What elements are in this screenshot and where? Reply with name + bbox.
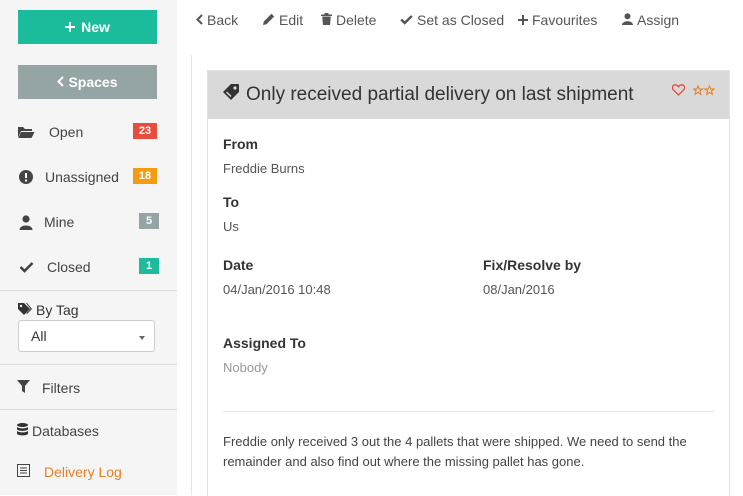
list-icon	[17, 464, 30, 480]
nav-item-label: Open	[49, 124, 84, 140]
tag-icon	[222, 83, 240, 107]
filters-link[interactable]: Filters	[17, 380, 80, 396]
pencil-icon	[263, 12, 275, 28]
user-icon	[17, 213, 35, 231]
nav-item-label: Mine	[44, 214, 75, 230]
set-closed-label: Set as Closed	[417, 12, 505, 28]
spaces-button[interactable]: Spaces	[18, 65, 157, 99]
trash-icon	[321, 12, 332, 28]
delivery-log-label: Delivery Log	[44, 464, 122, 480]
new-button-label: New	[81, 19, 110, 35]
ticket-header: Only received partial delivery on last s…	[208, 71, 729, 119]
exclamation-circle-icon	[17, 168, 35, 186]
from-value: Freddie Burns	[223, 161, 305, 176]
divider	[0, 409, 177, 410]
open-count-badge: 23	[133, 123, 157, 139]
tag-select-value: All	[31, 328, 47, 344]
heart-icon[interactable]	[671, 83, 686, 101]
resolve-by-value: 08/Jan/2016	[483, 282, 555, 297]
plus-icon	[65, 19, 76, 35]
nav-item-label: Unassigned	[45, 169, 119, 185]
edit-button[interactable]: Edit	[263, 12, 303, 28]
nav-item-label: Closed	[47, 259, 91, 275]
divider	[0, 290, 177, 291]
ticket-title-text: Only received partial delivery on last s…	[246, 84, 634, 105]
folder-open-icon	[17, 123, 35, 141]
filters-label: Filters	[42, 380, 81, 396]
by-tag-text: By Tag	[36, 302, 79, 318]
rating-stars-icon[interactable]	[691, 83, 716, 101]
delivery-log-link[interactable]: Delivery Log	[17, 464, 122, 480]
ticket-description: Freddie only received 3 out the 4 pallet…	[223, 434, 687, 469]
edit-label: Edit	[279, 12, 304, 28]
header-actions	[671, 83, 716, 101]
assign-label: Assign	[637, 12, 680, 28]
divider	[223, 411, 714, 412]
assigned-to-value: Nobody	[223, 360, 268, 375]
assigned-to-label: Assigned To	[223, 335, 306, 351]
new-button[interactable]: New	[18, 10, 157, 44]
divider	[0, 364, 177, 365]
plus-icon	[518, 12, 528, 28]
check-icon	[17, 258, 35, 276]
favourites-button[interactable]: Favourites	[518, 12, 597, 28]
sidebar: New Spaces Open Unassigned Mine Closed B…	[0, 0, 177, 495]
date-value: 04/Jan/2016 10:48	[223, 282, 331, 297]
by-tag-label: By Tag	[18, 302, 79, 318]
favourites-label: Favourites	[532, 12, 598, 28]
chevron-left-icon	[196, 12, 203, 28]
date-label: Date	[223, 257, 254, 273]
to-label: To	[223, 194, 240, 210]
toolbar: Back Edit Delete Set as Closed Favourite…	[177, 0, 743, 42]
mine-count-badge: 5	[139, 213, 159, 229]
caret-down-icon	[139, 336, 145, 340]
closed-count-badge: 1	[139, 258, 159, 274]
set-closed-button[interactable]: Set as Closed	[400, 12, 504, 28]
assign-button[interactable]: Assign	[622, 12, 679, 28]
tags-icon	[18, 302, 32, 318]
to-value: Us	[223, 219, 239, 234]
filter-icon	[17, 380, 30, 396]
spaces-button-label: Spaces	[68, 74, 118, 90]
ticket-card: Only received partial delivery on last s…	[207, 70, 730, 496]
tag-select[interactable]: All	[18, 320, 155, 352]
resolve-by-label: Fix/Resolve by	[483, 257, 582, 273]
ticket-title: Only received partial delivery on last s…	[222, 83, 634, 107]
database-icon	[17, 423, 28, 439]
unassigned-count-badge: 18	[133, 168, 157, 184]
back-button[interactable]: Back	[196, 12, 238, 28]
from-label: From	[223, 136, 258, 152]
databases-label: Databases	[32, 423, 99, 439]
databases-link[interactable]: Databases	[17, 423, 99, 439]
delete-button[interactable]: Delete	[321, 12, 376, 28]
delete-label: Delete	[336, 12, 377, 28]
check-icon	[400, 12, 413, 28]
back-label: Back	[207, 12, 239, 28]
user-icon	[622, 12, 633, 28]
chevron-left-icon	[57, 74, 65, 90]
